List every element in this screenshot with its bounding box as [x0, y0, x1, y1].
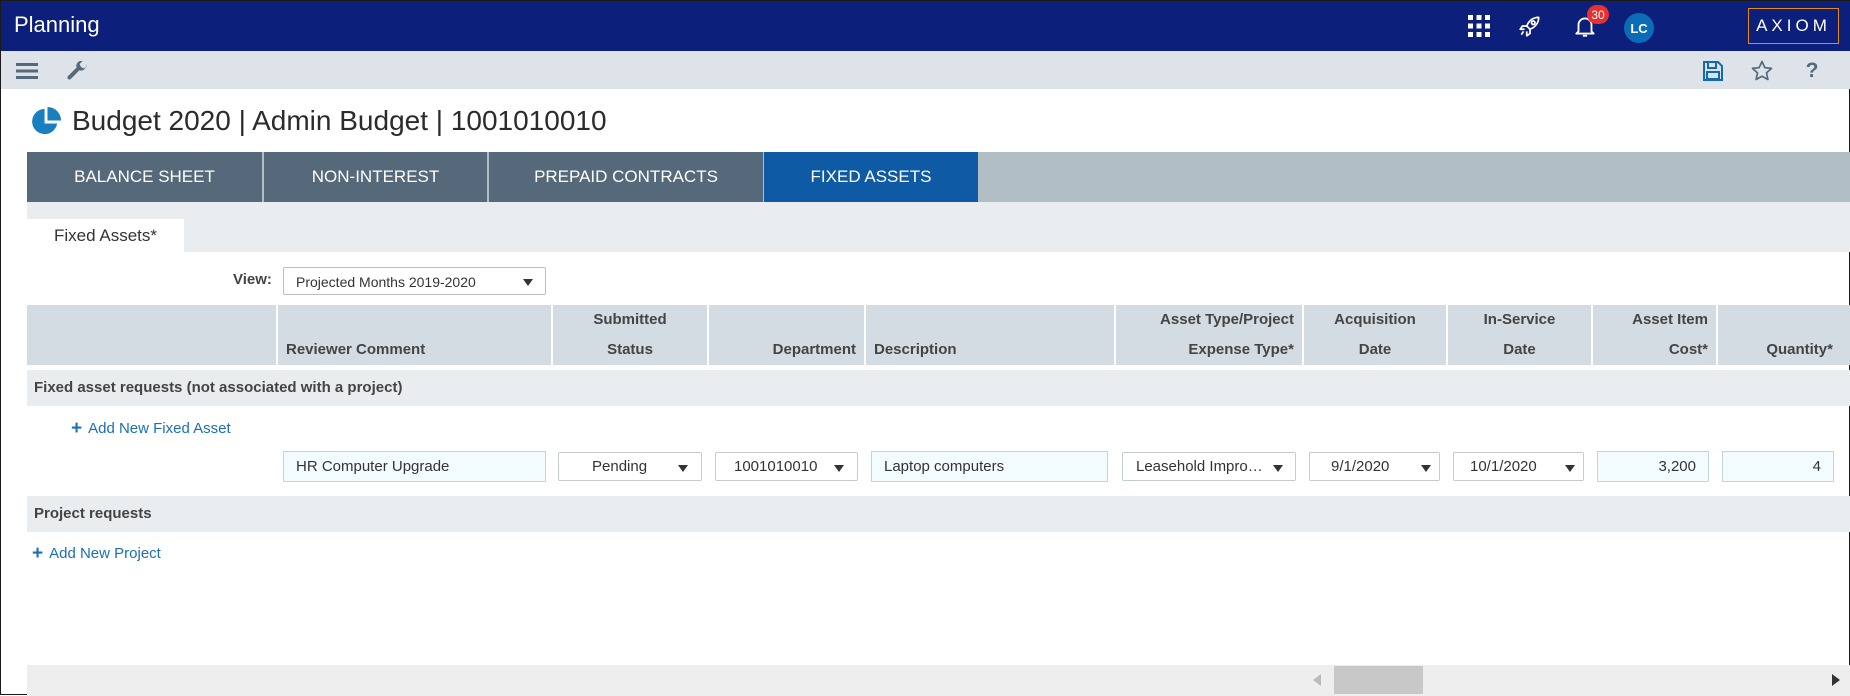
scroll-right-icon[interactable]	[1832, 674, 1840, 686]
view-dropdown[interactable]: Projected Months 2019-2020	[283, 267, 546, 295]
chevron-down-icon	[523, 279, 533, 286]
section-fixed-asset-requests: Fixed asset requests (not associated wit…	[27, 370, 1850, 406]
sheet-tab-strip: Fixed Assets*	[27, 202, 1850, 252]
tab-balance-sheet[interactable]: BALANCE SHEET	[27, 152, 262, 202]
horizontal-scrollbar[interactable]	[27, 665, 1850, 696]
star-icon[interactable]	[1748, 57, 1776, 85]
toolbar: ?	[1, 51, 1850, 89]
department-value: 1001010010	[734, 458, 818, 475]
sheet-tab-fixed-assets[interactable]: Fixed Assets*	[27, 219, 184, 252]
column-header-reviewer-comment: Reviewer Comment	[276, 305, 551, 365]
reviewer-comment-field[interactable]: HR Computer Upgrade	[283, 451, 546, 482]
chevron-down-icon	[834, 465, 844, 472]
status-value: Pending	[592, 458, 648, 475]
notification-badge: 30	[1587, 5, 1609, 24]
rocket-icon[interactable]	[1516, 12, 1544, 40]
view-label: View:	[233, 271, 272, 288]
column-header-quantity: Quantity*	[1716, 305, 1841, 365]
page-heading: Budget 2020 | Admin Budget | 1001010010	[31, 101, 607, 141]
wrench-icon[interactable]	[63, 57, 91, 85]
plus-icon: +	[71, 418, 83, 439]
column-header-description: Description	[864, 305, 1114, 365]
description-field[interactable]: Laptop computers	[871, 451, 1108, 482]
add-new-fixed-asset-label: Add New Fixed Asset	[88, 420, 231, 437]
page-title: Budget 2020 | Admin Budget | 1001010010	[72, 105, 607, 136]
column-header-asset-item-cost: Asset Item Cost*	[1591, 305, 1716, 365]
in-service-date-picker[interactable]: 10/1/2020	[1453, 452, 1584, 481]
asset-type-dropdown[interactable]: Leasehold Impro…	[1122, 452, 1296, 481]
menu-icon[interactable]	[13, 57, 41, 85]
apps-grid-icon[interactable]	[1465, 12, 1493, 40]
pie-chart-icon	[31, 106, 62, 137]
column-header-asset-type: Asset Type/Project Expense Type*	[1114, 305, 1302, 365]
app-header: Planning 30 LC AXIOM	[1, 1, 1850, 51]
tab-non-interest[interactable]: NON-INTEREST	[264, 152, 487, 202]
status-dropdown[interactable]: Pending	[558, 452, 702, 481]
tab-fixed-assets[interactable]: FIXED ASSETS	[764, 152, 978, 202]
tab-bar: BALANCE SHEET NON-INTEREST PREPAID CONTR…	[27, 152, 1850, 202]
in-service-date-value: 10/1/2020	[1470, 458, 1537, 475]
add-new-fixed-asset-link[interactable]: + Add New Fixed Asset	[71, 418, 231, 439]
column-header-department: Department	[707, 305, 864, 365]
column-header-blank	[27, 305, 276, 365]
scroll-left-icon[interactable]	[1313, 674, 1321, 686]
section-project-requests: Project requests	[27, 496, 1850, 532]
grid-header: Reviewer Comment Submitted Status Depart…	[27, 305, 1850, 365]
user-avatar[interactable]: LC	[1624, 13, 1654, 43]
brand-logo: AXIOM	[1748, 8, 1839, 44]
save-icon[interactable]	[1699, 57, 1727, 85]
app-title: Planning	[14, 12, 100, 37]
add-new-project-link[interactable]: + Add New Project	[32, 543, 161, 564]
view-selected-value: Projected Months 2019-2020	[296, 274, 476, 290]
tab-prepaid-contracts[interactable]: PREPAID CONTRACTS	[489, 152, 763, 202]
column-header-acquisition-date: Acquisition Date	[1302, 305, 1446, 365]
acquisition-date-value: 9/1/2020	[1331, 458, 1390, 475]
department-dropdown[interactable]: 1001010010	[715, 452, 858, 481]
add-new-project-label: Add New Project	[49, 545, 161, 562]
asset-type-value: Leasehold Impro…	[1136, 458, 1263, 475]
plus-icon: +	[32, 543, 44, 564]
chevron-down-icon	[1421, 465, 1431, 472]
asset-item-cost-field[interactable]: 3,200	[1597, 451, 1709, 482]
chevron-down-icon	[1565, 465, 1575, 472]
help-icon[interactable]: ?	[1798, 57, 1826, 85]
quantity-field[interactable]: 4	[1722, 451, 1834, 482]
chevron-down-icon	[678, 465, 688, 472]
acquisition-date-picker[interactable]: 9/1/2020	[1309, 452, 1440, 481]
column-header-in-service-date: In-Service Date	[1446, 305, 1591, 365]
scrollbar-thumb[interactable]	[1334, 666, 1423, 694]
chevron-down-icon	[1273, 465, 1283, 472]
column-header-submitted-status: Submitted Status	[551, 305, 707, 365]
